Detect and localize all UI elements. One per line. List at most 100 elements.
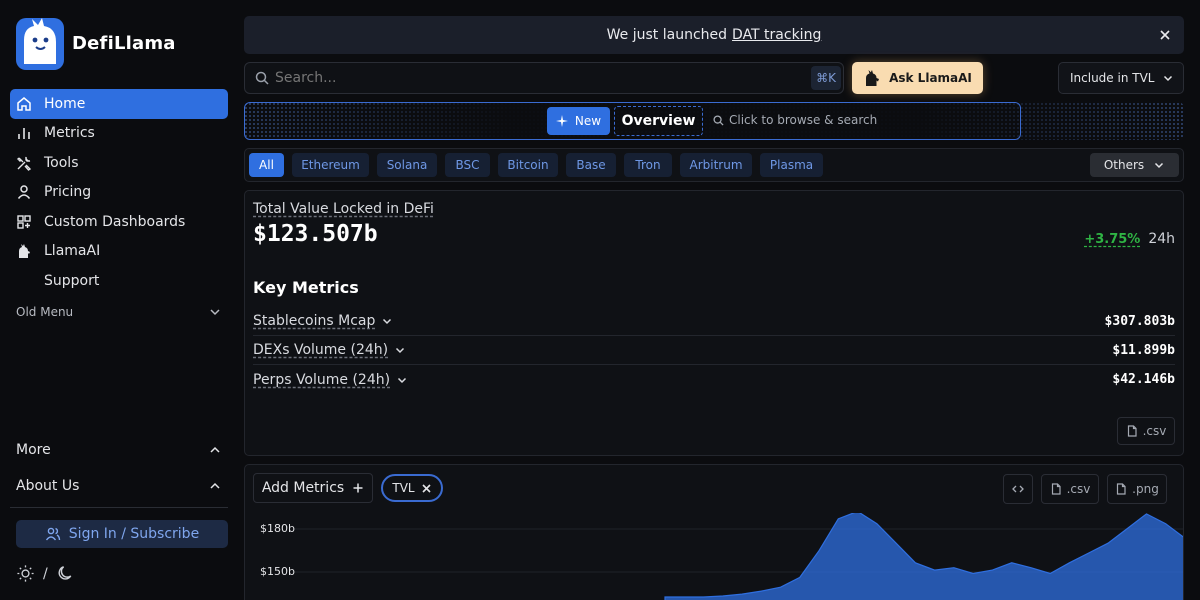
include-in-tvl-label: Include in TVL: [1070, 71, 1155, 85]
others-dropdown[interactable]: Others: [1090, 153, 1179, 177]
dashboard-icon: [16, 214, 32, 230]
search-icon: [713, 114, 724, 126]
tvl-change-percent[interactable]: +3.75%: [1084, 232, 1140, 247]
browse-hint-label: Click to browse & search: [729, 113, 878, 127]
sign-in-button[interactable]: Sign In / Subscribe: [16, 520, 228, 548]
search-icon: [255, 71, 269, 85]
close-icon[interactable]: [421, 483, 432, 494]
sidebar-item-support[interactable]: Support: [10, 266, 228, 296]
chain-pill-solana[interactable]: Solana: [377, 153, 437, 177]
new-label: New: [574, 114, 602, 128]
sidebar-item-pricing[interactable]: Pricing: [10, 178, 228, 208]
metric-label: DEXs Volume (24h): [253, 342, 389, 358]
about-toggle[interactable]: About Us: [16, 478, 222, 494]
csv-label: .csv: [1142, 424, 1167, 438]
add-metrics-button[interactable]: Add Metrics: [253, 473, 373, 503]
overview-button[interactable]: Overview: [614, 106, 703, 136]
chain-pill-arbitrum[interactable]: Arbitrum: [680, 153, 752, 177]
tvl-change-period: 24h: [1148, 231, 1175, 247]
home-icon: [16, 96, 32, 112]
browse-hint[interactable]: Click to browse & search: [713, 113, 877, 127]
sidebar-item-label: Pricing: [44, 184, 92, 201]
moon-icon[interactable]: [56, 564, 75, 583]
chevron-down-icon: [1155, 162, 1164, 169]
chain-pill-bsc[interactable]: BSC: [445, 153, 490, 177]
chart-csv-button[interactable]: .csv: [1041, 474, 1099, 504]
search-bar[interactable]: ⌘K: [244, 62, 844, 94]
metric-row-dexs-volume[interactable]: DEXs Volume (24h) $11.899b: [253, 336, 1175, 365]
y-tick-label: $150b: [260, 565, 295, 578]
metric-label: Stablecoins Mcap: [253, 313, 376, 329]
include-in-tvl-dropdown[interactable]: Include in TVL: [1058, 62, 1184, 94]
sidebar-item-custom-dashboards[interactable]: Custom Dashboards: [10, 207, 228, 237]
chain-pill-plasma[interactable]: Plasma: [760, 153, 823, 177]
metric-label: Perps Volume (24h): [253, 371, 391, 388]
logo-text: DefiLlama: [72, 32, 176, 54]
theme-toggle: /: [16, 564, 75, 583]
sidebar-nav: Home Metrics Tools Pricing Custom Dashbo…: [10, 89, 228, 296]
llama-logo-icon: [16, 18, 64, 70]
tvl-chip-label: TVL: [392, 481, 415, 495]
banner-link[interactable]: DAT tracking: [732, 27, 821, 43]
chain-pill-ethereum[interactable]: Ethereum: [292, 153, 369, 177]
chevron-down-icon: [398, 377, 407, 383]
y-tick-label: $180b: [260, 522, 295, 535]
add-metrics-label: Add Metrics: [261, 480, 345, 496]
png-label: .png: [1132, 482, 1159, 496]
metric-value: $307.803b: [1104, 313, 1175, 329]
search-shortcut: ⌘K: [811, 66, 841, 90]
logo[interactable]: DefiLlama: [16, 16, 176, 70]
embed-button[interactable]: [1003, 474, 1033, 504]
file-icon: [1051, 483, 1061, 495]
sidebar-item-label: Home: [44, 95, 86, 112]
tvl-chart[interactable]: $180b $150b: [245, 513, 1184, 600]
more-toggle[interactable]: More: [16, 442, 222, 458]
sun-icon[interactable]: [16, 564, 35, 583]
tools-icon: [16, 155, 32, 171]
metric-row-stablecoins[interactable]: Stablecoins Mcap $307.803b: [253, 307, 1175, 336]
key-metrics-title: Key Metrics: [253, 278, 359, 297]
metric-name: DEXs Volume (24h): [253, 342, 406, 358]
tvl-value: $123.507b: [253, 221, 378, 247]
old-menu-label: Old Menu: [16, 305, 74, 319]
announcement-banner: We just launched DAT tracking: [244, 16, 1184, 54]
tvl-metric-chip[interactable]: TVL: [381, 474, 443, 502]
chevron-up-icon: [210, 446, 220, 453]
chain-pill-base[interactable]: Base: [566, 153, 616, 177]
chain-pill-tron[interactable]: Tron: [624, 153, 672, 177]
ask-llamaai-button[interactable]: Ask LlamaAI: [852, 62, 983, 94]
plus-icon: [353, 483, 363, 493]
chevron-down-icon: [1164, 75, 1173, 82]
sidebar-item-llamaai[interactable]: LlamaAI: [10, 237, 228, 267]
tvl-summary-card: Total Value Locked in DeFi $123.507b +3.…: [244, 190, 1184, 456]
csv-label: .csv: [1066, 482, 1091, 496]
sidebar-item-label: Support: [44, 272, 100, 289]
metric-row-perps-volume[interactable]: Perps Volume (24h) $42.146b: [253, 365, 1175, 394]
new-button[interactable]: New: [547, 107, 610, 135]
tvl-area-series: [664, 513, 1183, 600]
tvl-label[interactable]: Total Value Locked in DeFi: [253, 201, 434, 217]
chevron-down-icon: [210, 309, 220, 316]
chevron-up-icon: [210, 482, 220, 489]
file-icon: [1127, 425, 1137, 437]
chain-pill-bitcoin[interactable]: Bitcoin: [498, 153, 558, 177]
sidebar-item-home[interactable]: Home: [10, 89, 228, 119]
sparkle-icon: [555, 115, 568, 127]
bar-chart-icon: [16, 125, 32, 141]
key-metrics-csv-button[interactable]: .csv: [1117, 417, 1175, 445]
chart-png-button[interactable]: .png: [1107, 474, 1167, 504]
tvl-change: +3.75% 24h: [1084, 231, 1175, 247]
sidebar-item-tools[interactable]: Tools: [10, 148, 228, 178]
llama-icon: [16, 243, 32, 259]
users-icon: [45, 527, 60, 541]
tvl-chart-card: Add Metrics TVL .csv .png $180b $150b: [244, 464, 1184, 600]
file-icon: [1117, 483, 1126, 495]
sidebar-item-metrics[interactable]: Metrics: [10, 119, 228, 149]
close-icon[interactable]: [1158, 28, 1172, 42]
search-input[interactable]: [275, 70, 795, 86]
sidebar-item-label: Tools: [44, 154, 79, 171]
chain-pill-all[interactable]: All: [249, 153, 284, 177]
old-menu-toggle[interactable]: Old Menu: [16, 305, 222, 319]
ask-llamaai-label: Ask LlamaAI: [889, 71, 972, 85]
user-icon: [16, 184, 32, 200]
